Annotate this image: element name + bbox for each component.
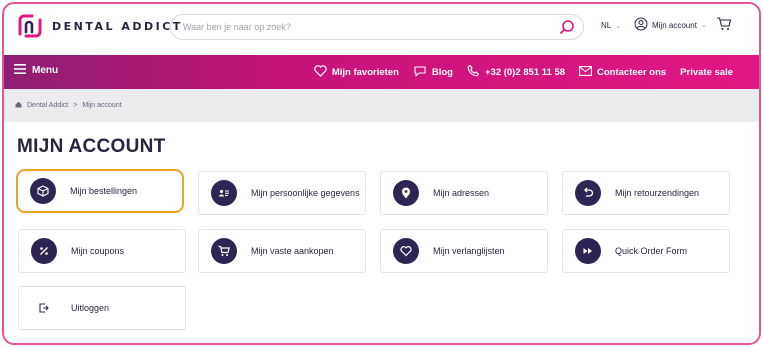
home-icon[interactable] bbox=[15, 101, 22, 110]
language-label: NL bbox=[601, 21, 612, 30]
top-header: DENTAL ADDICT NL ⌄ Mijn bbox=[4, 4, 759, 50]
chat-icon bbox=[413, 65, 427, 80]
cart-button[interactable] bbox=[716, 17, 732, 36]
tile-logout[interactable]: Uitloggen bbox=[18, 286, 186, 330]
tile-personal-details[interactable]: Mijn persoonlijke gegevens bbox=[198, 171, 366, 215]
heart-icon bbox=[314, 64, 327, 80]
nav-link-private-sale[interactable]: Private sale bbox=[680, 67, 733, 78]
tile-orders[interactable]: Mijn bestellingen bbox=[16, 169, 184, 213]
menu-label: Menu bbox=[32, 65, 59, 76]
percent-icon bbox=[31, 238, 57, 264]
phone-icon bbox=[467, 64, 480, 80]
search-icon[interactable] bbox=[559, 19, 575, 40]
nav-link-phone[interactable]: +32 (0)2 851 11 58 bbox=[467, 64, 565, 80]
logo-text: DENTAL ADDICT bbox=[52, 19, 183, 33]
language-selector[interactable]: NL ⌄ bbox=[601, 21, 621, 30]
chevron-down-icon: ⌄ bbox=[615, 22, 622, 30]
tile-regular-purchases[interactable]: Mijn vaste aankopen bbox=[198, 229, 366, 273]
breadcrumb: Dental Addict > Mijn account bbox=[4, 89, 759, 122]
logo-mark-icon bbox=[16, 14, 44, 38]
hamburger-icon bbox=[14, 64, 26, 77]
tile-label: Mijn coupons bbox=[71, 246, 125, 256]
nav-link-favorites[interactable]: Mijn favorieten bbox=[314, 64, 399, 80]
tile-label: Mijn verlanglijsten bbox=[433, 246, 505, 256]
tile-wishlists[interactable]: Mijn verlanglijsten bbox=[380, 229, 548, 273]
search-bar[interactable] bbox=[170, 14, 584, 40]
main-navbar: Menu Mijn favorieten Blog +32 (0)2 851 1… bbox=[4, 55, 759, 89]
chevron-down-icon: ⌄ bbox=[700, 22, 707, 29]
mail-icon bbox=[579, 65, 592, 79]
tile-label: Uitloggen bbox=[71, 303, 110, 313]
nav-link-label: Mijn favorieten bbox=[331, 66, 399, 78]
tile-quick-order-form[interactable]: Quick Order Form bbox=[562, 229, 730, 273]
tile-label: Mijn adressen bbox=[433, 188, 490, 198]
id-card-icon bbox=[211, 180, 237, 206]
box-icon bbox=[30, 178, 56, 204]
account-menu[interactable]: Mijn account ⌄ bbox=[634, 17, 707, 33]
heart-icon bbox=[393, 238, 419, 264]
tile-label: Mijn vaste aankopen bbox=[251, 246, 334, 256]
tile-label: Mijn bestellingen bbox=[70, 186, 138, 196]
page-title: MIJN ACCOUNT bbox=[17, 136, 166, 157]
search-input[interactable] bbox=[183, 22, 543, 32]
nav-links: Mijn favorieten Blog +32 (0)2 851 11 58 … bbox=[314, 55, 733, 89]
menu-button[interactable]: Menu bbox=[14, 64, 58, 77]
return-arrow-icon bbox=[575, 180, 601, 206]
tile-addresses[interactable]: Mijn adressen bbox=[380, 171, 548, 215]
nav-link-contact[interactable]: Contacteer ons bbox=[579, 65, 667, 79]
tile-label: Quick Order Form bbox=[615, 246, 688, 256]
fast-forward-icon bbox=[575, 238, 601, 264]
logout-icon bbox=[31, 295, 57, 321]
nav-link-label: +32 (0)2 851 11 58 bbox=[484, 66, 566, 78]
account-label: Mijn account bbox=[652, 20, 697, 30]
user-icon bbox=[634, 17, 648, 33]
cart-icon bbox=[716, 17, 732, 35]
page-frame: DENTAL ADDICT NL ⌄ Mijn bbox=[2, 2, 761, 345]
tile-returns[interactable]: Mijn retourzendingen bbox=[562, 171, 730, 215]
nav-link-label: Blog bbox=[431, 66, 453, 78]
tile-label: Mijn retourzendingen bbox=[615, 188, 700, 198]
tile-label: Mijn persoonlijke gegevens bbox=[251, 188, 360, 198]
cart-icon bbox=[211, 238, 237, 264]
breadcrumb-home[interactable]: Dental Addict bbox=[27, 102, 68, 109]
tile-coupons[interactable]: Mijn coupons bbox=[18, 229, 186, 273]
location-pin-icon bbox=[393, 180, 419, 206]
nav-link-label: Private sale bbox=[680, 66, 733, 78]
nav-link-label: Contacteer ons bbox=[597, 66, 667, 78]
breadcrumb-separator: > bbox=[73, 102, 78, 109]
nav-link-blog[interactable]: Blog bbox=[413, 65, 453, 80]
logo[interactable]: DENTAL ADDICT bbox=[16, 14, 183, 38]
breadcrumb-current: Mijn account bbox=[82, 102, 122, 109]
